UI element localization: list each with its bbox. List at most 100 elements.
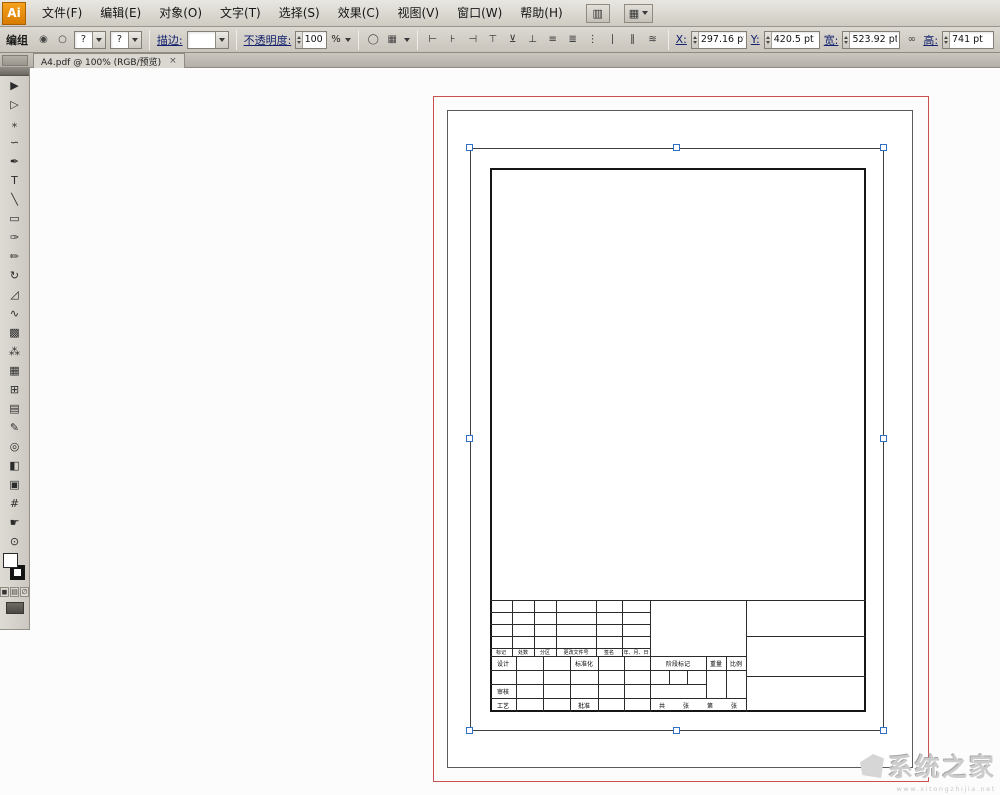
selection-handle-bottom-center[interactable] [673, 727, 680, 734]
width-input[interactable] [850, 32, 899, 48]
document-tab[interactable]: A4.pdf @ 100% (RGB/预览) × [33, 53, 185, 68]
lasso-tool[interactable]: ∽ [0, 133, 29, 152]
y-stepper[interactable] [765, 32, 772, 48]
tab-close-icon[interactable]: × [169, 57, 177, 66]
menu-window[interactable]: 窗口(W) [448, 1, 511, 26]
menu-type[interactable]: 文字(T) [211, 1, 270, 26]
menu-help[interactable]: 帮助(H) [511, 1, 571, 26]
selection-handle-middle-right[interactable] [880, 435, 887, 442]
distribute-top-button[interactable]: ≡ [545, 31, 561, 48]
menu-edit[interactable]: 编辑(E) [91, 1, 150, 26]
menu-effect[interactable]: 效果(C) [329, 1, 389, 26]
arrange-documents-button[interactable]: ▥ [586, 4, 610, 23]
selection-handle-bottom-left[interactable] [466, 727, 473, 734]
none-button[interactable]: ∅ [20, 587, 29, 597]
x-input[interactable] [699, 32, 746, 48]
mesh-tool[interactable]: ⊞ [0, 380, 29, 399]
zoom-tool[interactable]: ⊙ [0, 532, 29, 551]
magic-wand-tool[interactable]: ⁎ [0, 114, 29, 133]
y-field[interactable] [764, 31, 820, 49]
selection-handle-middle-left[interactable] [466, 435, 473, 442]
canvas-area[interactable]: 标记 处数 分区 更改文件号 签名 年、月、日 设计 标准化 审核 工艺 批准 … [0, 68, 1000, 795]
hand-tool[interactable]: ☛ [0, 513, 29, 532]
menu-file[interactable]: 文件(F) [33, 1, 91, 26]
paintbrush-tool[interactable]: ✑ [0, 228, 29, 247]
fill-indicator-icon[interactable]: ◉ [36, 32, 51, 47]
menu-select[interactable]: 选择(S) [270, 1, 329, 26]
distribute-bottom-button[interactable]: ⋮ [585, 31, 601, 48]
selection-handle-bottom-right[interactable] [880, 727, 887, 734]
screen-mode-button[interactable] [6, 602, 24, 614]
opacity-label[interactable]: 不透明度: [244, 32, 292, 48]
distribute-right-button[interactable]: ≋ [645, 31, 661, 48]
height-label[interactable]: 高: [923, 32, 938, 48]
height-input[interactable] [950, 32, 993, 48]
symbol-sprayer-tool[interactable]: ⁂ [0, 342, 29, 361]
height-stepper[interactable] [943, 32, 950, 48]
constrain-proportions-icon[interactable]: ∞ [904, 32, 919, 47]
workspace-button[interactable]: ▦ [624, 4, 653, 23]
dropdown-arrow-icon[interactable] [215, 32, 228, 48]
y-label[interactable]: Y: [751, 33, 760, 46]
color-button[interactable]: ◼ [0, 587, 9, 597]
styles-dropdown-icon[interactable] [404, 38, 410, 42]
align-bottom-button[interactable]: ⊥ [525, 31, 541, 48]
styles-panel-icon[interactable]: ▦ [385, 32, 400, 47]
rotate-tool[interactable]: ↻ [0, 266, 29, 285]
selection-tool[interactable]: ▶ [0, 76, 29, 95]
x-stepper[interactable] [692, 32, 699, 48]
width-stepper[interactable] [843, 32, 850, 48]
align-top-button[interactable]: ⊤ [485, 31, 501, 48]
align-right-button[interactable]: ⊣ [465, 31, 481, 48]
title-block[interactable]: 标记 处数 分区 更改文件号 签名 年、月、日 设计 标准化 审核 工艺 批准 … [490, 600, 866, 712]
artboard-tool[interactable]: ▣ [0, 475, 29, 494]
eyedropper-tool[interactable]: ✎ [0, 418, 29, 437]
gradient-tool[interactable]: ▤ [0, 399, 29, 418]
width-field[interactable] [842, 31, 900, 49]
warp-tool[interactable]: ∿ [0, 304, 29, 323]
dropdown-arrow-icon[interactable] [128, 32, 141, 48]
selection-handle-top-right[interactable] [880, 144, 887, 151]
gradient-button[interactable]: ▤ [10, 587, 19, 597]
rectangle-tool[interactable]: ▭ [0, 209, 29, 228]
height-field[interactable] [942, 31, 994, 49]
x-field[interactable] [691, 31, 747, 49]
tools-panel-header[interactable] [0, 68, 29, 76]
stroke-weight-combo[interactable] [187, 31, 229, 49]
fill-swatch[interactable] [3, 553, 18, 568]
blend-tool[interactable]: ◎ [0, 437, 29, 456]
stroke-label[interactable]: 描边: [157, 32, 183, 48]
stroke-color-combo[interactable]: ? [110, 31, 142, 49]
align-left-button[interactable]: ⊢ [425, 31, 441, 48]
graphic-style-icon[interactable]: ◯ [366, 32, 381, 47]
opacity-input[interactable] [303, 32, 327, 48]
menu-view[interactable]: 视图(V) [388, 1, 448, 26]
fill-color-combo[interactable]: ? [74, 31, 106, 49]
y-input[interactable] [772, 32, 819, 48]
scale-tool[interactable]: ◿ [0, 285, 29, 304]
x-label[interactable]: X: [676, 33, 687, 46]
line-segment-tool[interactable]: ╲ [0, 190, 29, 209]
menu-object[interactable]: 对象(O) [150, 1, 211, 26]
slice-tool[interactable]: # [0, 494, 29, 513]
panel-collapse-button[interactable] [2, 55, 28, 66]
app-logo-icon[interactable]: Ai [2, 2, 26, 25]
align-vcenter-button[interactable]: ⊻ [505, 31, 521, 48]
pen-tool[interactable]: ✒ [0, 152, 29, 171]
pencil-tool[interactable]: ✏ [0, 247, 29, 266]
opacity-dropdown-icon[interactable] [345, 38, 351, 42]
distribute-vcenter-button[interactable]: ≣ [565, 31, 581, 48]
direct-selection-tool[interactable]: ▷ [0, 95, 29, 114]
distribute-left-button[interactable]: ∣ [605, 31, 621, 48]
graph-tool[interactable]: ▦ [0, 361, 29, 380]
selection-handle-top-left[interactable] [466, 144, 473, 151]
stroke-indicator-icon[interactable]: ○ [55, 32, 70, 47]
align-hcenter-button[interactable]: ⊦ [445, 31, 461, 48]
width-label[interactable]: 宽: [824, 32, 839, 48]
live-paint-bucket-tool[interactable]: ◧ [0, 456, 29, 475]
type-tool[interactable]: T [0, 171, 29, 190]
dropdown-arrow-icon[interactable] [92, 32, 105, 48]
free-transform-tool[interactable]: ▩ [0, 323, 29, 342]
distribute-hcenter-button[interactable]: ∥ [625, 31, 641, 48]
opacity-field[interactable] [295, 31, 327, 49]
